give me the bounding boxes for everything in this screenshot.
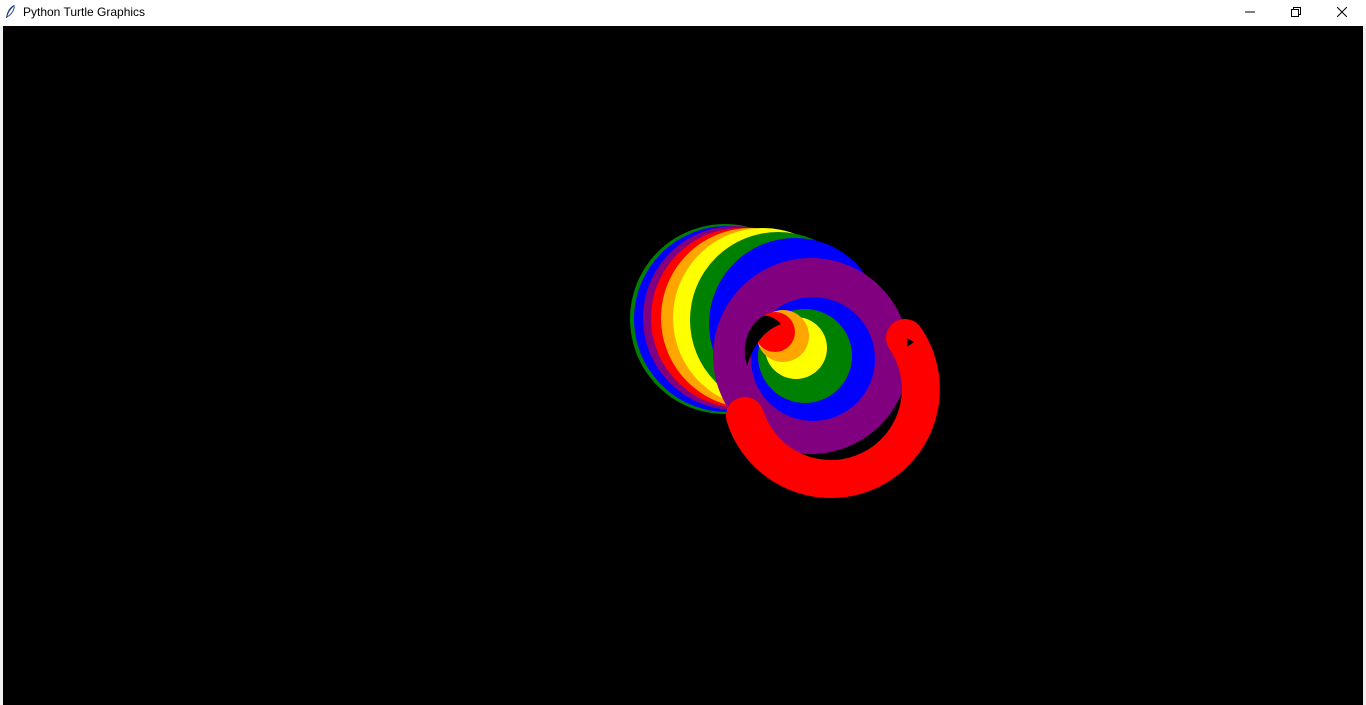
minimize-icon [1245,11,1255,13]
turtle-window: Python Turtle Graphics [0,0,1366,705]
drawing-surface [630,224,940,498]
window-title: Python Turtle Graphics [23,5,146,19]
minimize-button[interactable] [1227,0,1273,24]
close-icon [1337,7,1347,17]
restore-icon [1291,7,1301,17]
close-button[interactable] [1319,0,1365,24]
title-bar[interactable]: Python Turtle Graphics [0,0,1366,24]
feather-icon [4,4,16,20]
turtle-canvas[interactable] [3,26,1363,705]
restore-button[interactable] [1273,0,1319,24]
